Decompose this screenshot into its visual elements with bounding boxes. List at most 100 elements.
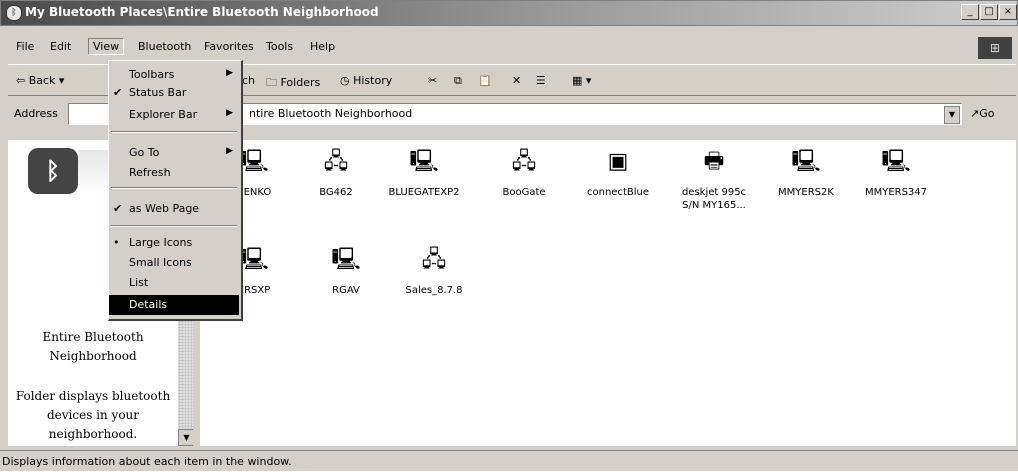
device-item[interactable]: 🖧 BG462 — [296, 146, 376, 199]
title-bar: ᛒ My Bluetooth Places\Entire Bluetooth N… — [0, 0, 1018, 26]
back-button[interactable]: ⇦ Back ▾ — [16, 74, 64, 87]
device-icon: ▣ — [607, 149, 629, 174]
device-label: BLUEGATEXP2 — [388, 187, 460, 198]
menu-item-label: Small Icons — [129, 256, 192, 269]
menu-item-label: Details — [129, 298, 168, 311]
device-label: BooGate — [502, 187, 546, 198]
submenu-arrow-icon: ▶ — [226, 146, 233, 156]
paste-icon[interactable]: 📋 — [478, 74, 492, 87]
address-dropdown-icon[interactable]: ▼ — [944, 106, 960, 124]
bluetooth-places-icon: ᛒ — [6, 5, 22, 21]
address-label: Address — [14, 107, 58, 120]
view-menu-item-refresh[interactable]: Refresh — [109, 163, 239, 183]
bluetooth-logo-icon: ᛒ — [28, 148, 78, 194]
history-icon: ◷ — [340, 74, 350, 87]
device-item[interactable]: ▣ connectBlue — [578, 146, 658, 199]
device-label: MMYERS347 — [864, 187, 928, 198]
submenu-arrow-icon: ▶ — [226, 108, 233, 118]
view-menu-item-explorer-bar[interactable]: Explorer Bar ▶ — [109, 105, 239, 125]
minimize-button[interactable]: _ — [961, 4, 979, 20]
checkmark-icon: ✔ — [113, 202, 123, 215]
windows-logo-icon: ⊞ — [978, 37, 1012, 59]
go-label: Go — [979, 107, 995, 120]
device-item[interactable]: 🖳 RGAV — [306, 244, 386, 297]
device-item[interactable]: 🖶 deskjet 995c S/N MY165... — [674, 146, 754, 212]
folder-title: Entire Bluetooth Neighborhood — [42, 330, 144, 363]
address-value: ntire Bluetooth Neighborhood — [249, 107, 413, 120]
device-label: RGAV — [332, 285, 360, 296]
menu-item-label: Go To — [129, 146, 160, 159]
search-button[interactable]: ch — [242, 74, 255, 87]
computer-icon: 🖳 — [331, 247, 361, 272]
menu-bar: File Edit View Bluetooth Favorites Tools… — [8, 36, 1016, 58]
menu-view[interactable]: View — [88, 38, 125, 55]
device-item[interactable]: 🖧 BooGate — [484, 146, 564, 199]
view-menu-item-go-to[interactable]: Go To ▶ — [109, 143, 239, 163]
move-to-icon[interactable]: ✂ — [428, 74, 437, 87]
explorer-window: ᛒ My Bluetooth Places\Entire Bluetooth N… — [0, 0, 1018, 471]
menu-item-label: Status Bar — [129, 86, 187, 99]
history-button[interactable]: ◷ History — [340, 74, 392, 87]
folders-button[interactable]: 🗀 Folders — [266, 74, 320, 93]
view-menu-item-toolbars[interactable]: Toolbars ▶ — [109, 65, 239, 85]
menu-item-label: Explorer Bar — [129, 108, 198, 121]
status-text: Displays information about each item in … — [2, 455, 292, 468]
network-icon: 🖧 — [323, 149, 349, 174]
menu-tools[interactable]: Tools — [266, 40, 293, 53]
device-item[interactable]: 🖧 Sales_8.7.8 — [394, 244, 474, 297]
printer-icon: 🖶 — [703, 149, 725, 174]
folder-description: Folder displays bluetooth devices in you… — [15, 389, 171, 441]
views-icon[interactable]: ▦ ▾ — [572, 74, 591, 87]
view-menu-item-small-icons[interactable]: Small Icons — [109, 253, 239, 273]
checkmark-icon: ✔ — [113, 86, 123, 99]
device-label-line2: S/N MY165... — [682, 200, 746, 211]
menu-item-label: List — [129, 276, 149, 289]
menu-bluetooth[interactable]: Bluetooth — [138, 40, 191, 53]
device-label: deskjet 995c — [681, 187, 747, 198]
network-icon: 🖧 — [421, 247, 447, 272]
scroll-down-icon[interactable]: ▼ — [178, 429, 193, 446]
window-title: My Bluetooth Places\Entire Bluetooth Nei… — [25, 5, 379, 19]
device-item[interactable]: 🖳 MMYERS2K — [766, 146, 846, 199]
delete-icon[interactable]: ✕ — [512, 74, 521, 87]
view-menu-item-list[interactable]: List — [109, 273, 239, 293]
view-menu-item-details[interactable]: Details — [109, 295, 239, 315]
device-item[interactable]: 🖳 MMYERS347 — [856, 146, 936, 199]
go-button[interactable]: ↗Go — [970, 107, 994, 120]
go-arrow-icon: ↗ — [970, 107, 980, 120]
computer-icon: 🖳 — [881, 149, 911, 174]
view-menu-item-as-web-page[interactable]: ✔ as Web Page — [109, 199, 239, 219]
properties-icon[interactable]: ☰ — [536, 74, 546, 87]
menu-item-label: Toolbars — [129, 68, 175, 81]
menu-edit[interactable]: Edit — [50, 40, 71, 53]
maximize-button[interactable]: □ — [980, 4, 998, 20]
menu-separator — [111, 187, 237, 189]
view-menu-item-large-icons[interactable]: • Large Icons — [109, 233, 239, 253]
window-controls: _ □ × — [960, 4, 1017, 20]
folders-label: Folders — [280, 76, 321, 89]
view-menu-dropdown: Toolbars ▶ ✔ Status Bar Explorer Bar ▶ G… — [108, 60, 243, 321]
network-icon: 🖧 — [511, 149, 537, 174]
device-label: connectBlue — [587, 187, 649, 198]
device-label: BG462 — [319, 187, 353, 198]
menu-favorites[interactable]: Favorites — [204, 40, 254, 53]
device-list: 🖳 BENKO 🖧 BG462 🖳 BLUEGATEXP2 🖧 BooGate … — [200, 140, 1016, 446]
menu-help[interactable]: Help — [310, 40, 335, 53]
menu-item-label: Refresh — [129, 166, 171, 179]
device-item[interactable]: 🖳 BLUEGATEXP2 — [384, 146, 464, 199]
folders-icon: 🗀 — [266, 76, 277, 89]
menu-separator — [111, 131, 237, 133]
device-label: Sales_8.7.8 — [405, 285, 463, 296]
device-label: MMYERS2K — [778, 187, 834, 198]
menu-file[interactable]: File — [16, 40, 34, 53]
menu-separator — [111, 225, 237, 227]
copy-to-icon[interactable]: ⧉ — [454, 74, 462, 88]
view-menu-item-status-bar[interactable]: ✔ Status Bar — [109, 83, 239, 103]
status-bar: Displays information about each item in … — [0, 450, 1018, 472]
computer-icon: 🖳 — [409, 149, 439, 174]
radio-bullet-icon: • — [113, 236, 120, 249]
menu-item-label: as Web Page — [129, 202, 200, 215]
close-button[interactable]: × — [999, 4, 1017, 20]
history-label: History — [353, 74, 393, 87]
computer-icon: 🖳 — [791, 149, 821, 174]
